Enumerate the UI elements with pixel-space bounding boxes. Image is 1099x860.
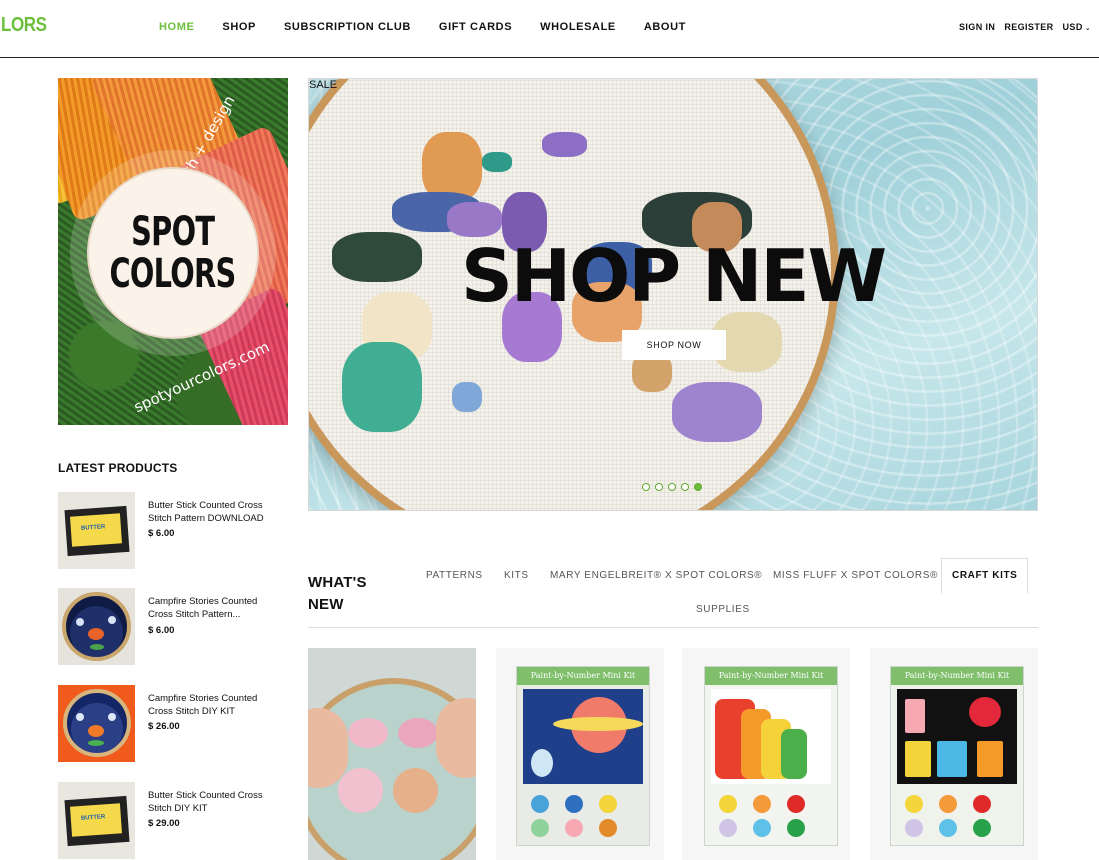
nav-shop[interactable]: SHOP xyxy=(222,21,256,33)
nav-subscription-club[interactable]: SUBSCRIPTION CLUB xyxy=(284,21,411,33)
product-thumbnail[interactable]: BUTTER xyxy=(58,492,135,569)
spot-colors-badge: SPOT COLORS xyxy=(87,167,259,339)
product-card-love-kit[interactable]: Paint-by-Number Mini Kit xyxy=(870,648,1038,860)
sign-in-link[interactable]: SIGN IN xyxy=(959,22,995,32)
product-price: $ 6.00 xyxy=(148,625,175,636)
shop-now-button[interactable]: SHOP NOW xyxy=(622,330,726,360)
hero-slideshow[interactable]: SALE SHOP NEW SHOP NOW xyxy=(308,78,1038,511)
register-link[interactable]: REGISTER xyxy=(1004,22,1053,32)
site-logo[interactable]: LORS xyxy=(1,14,47,37)
hero-title: SHOP NEW xyxy=(461,234,887,318)
whats-new-line-1: WHAT'S xyxy=(308,574,367,591)
slide-pagination xyxy=(642,483,707,491)
currency-selector[interactable]: USD ⌄ xyxy=(1063,22,1091,32)
kit-header-label: Paint-by-Number Mini Kit xyxy=(705,667,837,685)
tab-kits[interactable]: KITS xyxy=(504,570,529,581)
utility-nav: SIGN IN REGISTER USD ⌄ xyxy=(950,22,1091,32)
product-name[interactable]: Campfire Stories Counted Cross Stitch Pa… xyxy=(148,595,283,621)
main-nav: HOME SHOP SUBSCRIPTION CLUB GIFT CARDS W… xyxy=(159,21,714,33)
badge-line-2: COLORS xyxy=(109,251,237,297)
tab-supplies[interactable]: SUPPLIES xyxy=(696,604,750,615)
whats-new-heading: WHAT'S NEW xyxy=(308,572,367,616)
product-price: $ 6.00 xyxy=(148,528,175,539)
tab-patterns[interactable]: PATTERNS xyxy=(426,570,483,581)
slide-dot-5[interactable] xyxy=(694,483,702,491)
product-price: $ 29.00 xyxy=(148,818,180,829)
site-header: LORS HOME SHOP SUBSCRIPTION CLUB GIFT CA… xyxy=(0,0,1099,58)
slide-dot-1[interactable] xyxy=(642,483,650,491)
divider xyxy=(308,627,1038,628)
chevron-down-icon: ⌄ xyxy=(1084,25,1091,32)
brand-promo-image[interactable]: modern cross stitch + design spotyourcol… xyxy=(58,78,288,425)
product-card-space-kit[interactable]: Paint-by-Number Mini Kit xyxy=(496,648,664,860)
list-item[interactable]: BUTTER Butter Stick Counted Cross Stitch… xyxy=(58,492,288,570)
currency-label: USD xyxy=(1062,22,1083,32)
nav-gift-cards[interactable]: GIFT CARDS xyxy=(439,21,512,33)
sale-label[interactable]: SALE xyxy=(309,79,337,91)
product-thumbnail[interactable] xyxy=(58,588,135,665)
product-name[interactable]: Campfire Stories Counted Cross Stitch DI… xyxy=(148,692,283,718)
product-price: $ 26.00 xyxy=(148,721,180,732)
whats-new-line-2: NEW xyxy=(308,596,344,613)
latest-products-heading: LATEST PRODUCTS xyxy=(58,461,178,475)
tab-craft-kits[interactable]: CRAFT KITS xyxy=(941,558,1029,594)
tab-mary-engelbreit[interactable]: MARY ENGELBREIT® X SPOT COLORS® xyxy=(550,570,762,581)
product-thumbnail[interactable] xyxy=(58,685,135,762)
list-item[interactable]: Campfire Stories Counted Cross Stitch DI… xyxy=(58,685,288,763)
slide-dot-3[interactable] xyxy=(668,483,676,491)
kit-header-label: Paint-by-Number Mini Kit xyxy=(891,667,1023,685)
badge-line-1: SPOT xyxy=(131,209,215,255)
slide-dot-4[interactable] xyxy=(681,483,689,491)
product-thumbnail[interactable]: BUTTER xyxy=(58,782,135,859)
slide-dot-2[interactable] xyxy=(655,483,663,491)
nav-about[interactable]: ABOUT xyxy=(644,21,686,33)
list-item[interactable]: BUTTER Butter Stick Counted Cross Stitch… xyxy=(58,782,288,860)
list-item[interactable]: Campfire Stories Counted Cross Stitch Pa… xyxy=(58,588,288,666)
product-name[interactable]: Butter Stick Counted Cross Stitch Patter… xyxy=(148,499,283,525)
product-name[interactable]: Butter Stick Counted Cross Stitch DIY KI… xyxy=(148,789,283,815)
product-card-butterfly-kit[interactable] xyxy=(308,648,476,860)
kit-header-label: Paint-by-Number Mini Kit xyxy=(517,667,649,685)
nav-wholesale[interactable]: WHOLESALE xyxy=(540,21,616,33)
nav-home[interactable]: HOME xyxy=(159,21,194,33)
tab-miss-fluff[interactable]: MISS FLUFF X SPOT COLORS® xyxy=(773,570,938,581)
product-card-love-wins-kit[interactable]: Paint-by-Number Mini Kit xyxy=(682,648,850,860)
